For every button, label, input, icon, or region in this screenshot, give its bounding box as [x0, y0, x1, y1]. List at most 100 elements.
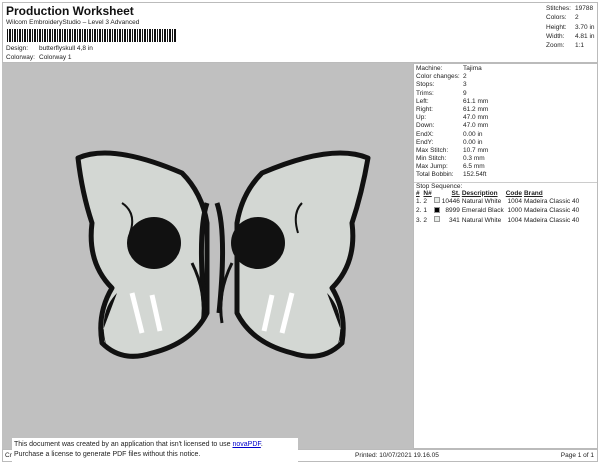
column-header: Code [505, 189, 522, 197]
detail-label: Min Stitch: [416, 155, 447, 163]
table-row: 1. 2 10446 Natural White 1004 Madeira Classic… [416, 197, 581, 207]
novapdf-link[interactable]: novaPDF [232, 441, 260, 448]
page-title: Production Worksheet [6, 4, 134, 18]
stat-label: Zoom: [546, 42, 565, 50]
detail-value: 152.54ft [463, 171, 487, 179]
detail-label: Left: [416, 97, 429, 105]
stat-label: Stitches: [546, 5, 571, 12]
colorway-value: Colorway 1 [39, 54, 72, 61]
detail-row: Up: 47.0 mm [414, 114, 597, 122]
design-label: Design: [6, 45, 29, 52]
stop-sequence-title: Stop Sequence: [416, 182, 463, 190]
column-header: St. [451, 189, 460, 197]
stat-value: 2 [575, 14, 579, 22]
design-value: butterflyskull 4,8 in [39, 45, 93, 52]
needle-number: 2 [423, 216, 428, 224]
thread-code: 1004 [507, 216, 522, 224]
barcode [7, 29, 177, 42]
detail-label: Max Jump: [416, 163, 448, 171]
detail-label: Right: [416, 105, 433, 113]
footer-left: Cr [5, 452, 12, 459]
detail-label: Trims: [416, 89, 434, 97]
detail-row: Left: 61.1 mm [414, 98, 597, 106]
notice-line1-end: . [260, 441, 263, 448]
column-header: N# [423, 189, 432, 197]
stitch-count: 10446 [441, 197, 460, 205]
needle-number: 1 [423, 207, 428, 215]
detail-value: 61.1 mm [463, 97, 489, 105]
stat-value: 1:1 [575, 42, 585, 50]
stat-row: Stitches: 19788 [546, 5, 595, 14]
design-preview [2, 63, 413, 449]
detail-row: Color changes: 2 [414, 73, 597, 81]
colorway-label: Colorway: [6, 54, 35, 61]
detail-value: 9 [463, 89, 467, 97]
page-number: Page 1 of 1 [560, 452, 594, 459]
detail-row: Max Stitch: 10.7 mm [414, 147, 597, 155]
thread-code: 1000 [507, 207, 522, 215]
column-header [434, 190, 442, 197]
detail-label: Max Stitch: [416, 146, 449, 154]
column-header: # [416, 189, 420, 197]
detail-label: Stops: [416, 81, 435, 89]
row-index: 2. [416, 207, 422, 215]
color-swatch [433, 197, 442, 207]
detail-label: Down: [416, 122, 435, 130]
thread-brand: Madeira Classic 40 [523, 207, 580, 215]
detail-label: EndX: [416, 130, 434, 138]
column-header: Brand [523, 189, 543, 197]
detail-row: EndY: 0.00 in [414, 139, 597, 147]
detail-value: 3 [463, 81, 467, 89]
row-index: 1. [416, 197, 422, 205]
detail-value: 6.5 mm [463, 163, 485, 171]
detail-row: Right: 61.2 mm [414, 106, 597, 114]
color-swatch [433, 206, 442, 216]
stat-row: Width: 4.81 in [546, 33, 595, 42]
detail-value: 0.3 mm [463, 155, 485, 163]
stat-value: 3.70 in [575, 23, 595, 31]
detail-value: 10.7 mm [463, 146, 489, 154]
detail-row: Max Jump: 6.5 mm [414, 163, 597, 171]
detail-value: 47.0 mm [463, 122, 489, 130]
thread-description: Emerald Black [461, 207, 504, 215]
detail-label: Color changes: [416, 73, 460, 81]
butterfly-skull-artwork [75, 150, 371, 359]
row-index: 3. [416, 216, 422, 224]
stitch-count: 8999 [445, 207, 460, 215]
detail-row: Total Bobbin: 152.54ft [414, 171, 597, 179]
thread-code: 1004 [507, 197, 522, 205]
detail-row: Machine: Tajima [414, 65, 597, 73]
column-header: Description [461, 189, 498, 197]
detail-value: 0.00 in [463, 138, 483, 146]
detail-label: Total Bobbin: [416, 171, 454, 179]
printed-date: Printed: 10/07/2021 19.16.05 [355, 452, 439, 459]
table-row: 2. 1 8999 Emerald Black 1000 Madeira Classic … [416, 206, 581, 216]
stat-label: Width: [546, 32, 565, 40]
stat-row: Height: 3.70 in [546, 24, 595, 33]
stitch-count: 341 [448, 216, 460, 224]
stat-row: Zoom: 1:1 [546, 42, 595, 51]
thread-brand: Madeira Classic 40 [523, 197, 580, 205]
detail-row: Down: 47.0 mm [414, 122, 597, 130]
detail-value: 0.00 in [463, 130, 483, 138]
detail-row: Min Stitch: 0.3 mm [414, 155, 597, 163]
thread-brand: Madeira Classic 40 [523, 216, 580, 224]
detail-row: Trims: 9 [414, 90, 597, 98]
details-panel: Machine: Tajima Color changes: 2 Stops: 3 Trim… [413, 63, 598, 449]
detail-value: 2 [463, 73, 467, 81]
detail-value: Tajima [463, 65, 482, 72]
stat-label: Height: [546, 23, 567, 31]
thread-description: Natural White [461, 197, 502, 205]
stat-value: 19788 [575, 5, 594, 12]
worksheet-header: Production Worksheet Wilcom EmbroiderySt… [2, 2, 598, 63]
detail-label: Machine: [416, 65, 443, 72]
license-notice: This document was created by an applicat… [12, 438, 298, 462]
software-name: Wilcom EmbroideryStudio – Level 3 Advanc… [6, 19, 140, 26]
stat-label: Colors: [546, 14, 567, 22]
stat-value: 4.81 in [575, 32, 595, 40]
detail-value: 61.2 mm [463, 105, 489, 113]
needle-number: 2 [423, 197, 428, 205]
detail-value: 47.0 mm [463, 114, 489, 122]
detail-label: Up: [416, 114, 427, 122]
design-stats: Stitches: 19788 Colors: 2 Height: 3.70 in Widt… [546, 5, 595, 51]
